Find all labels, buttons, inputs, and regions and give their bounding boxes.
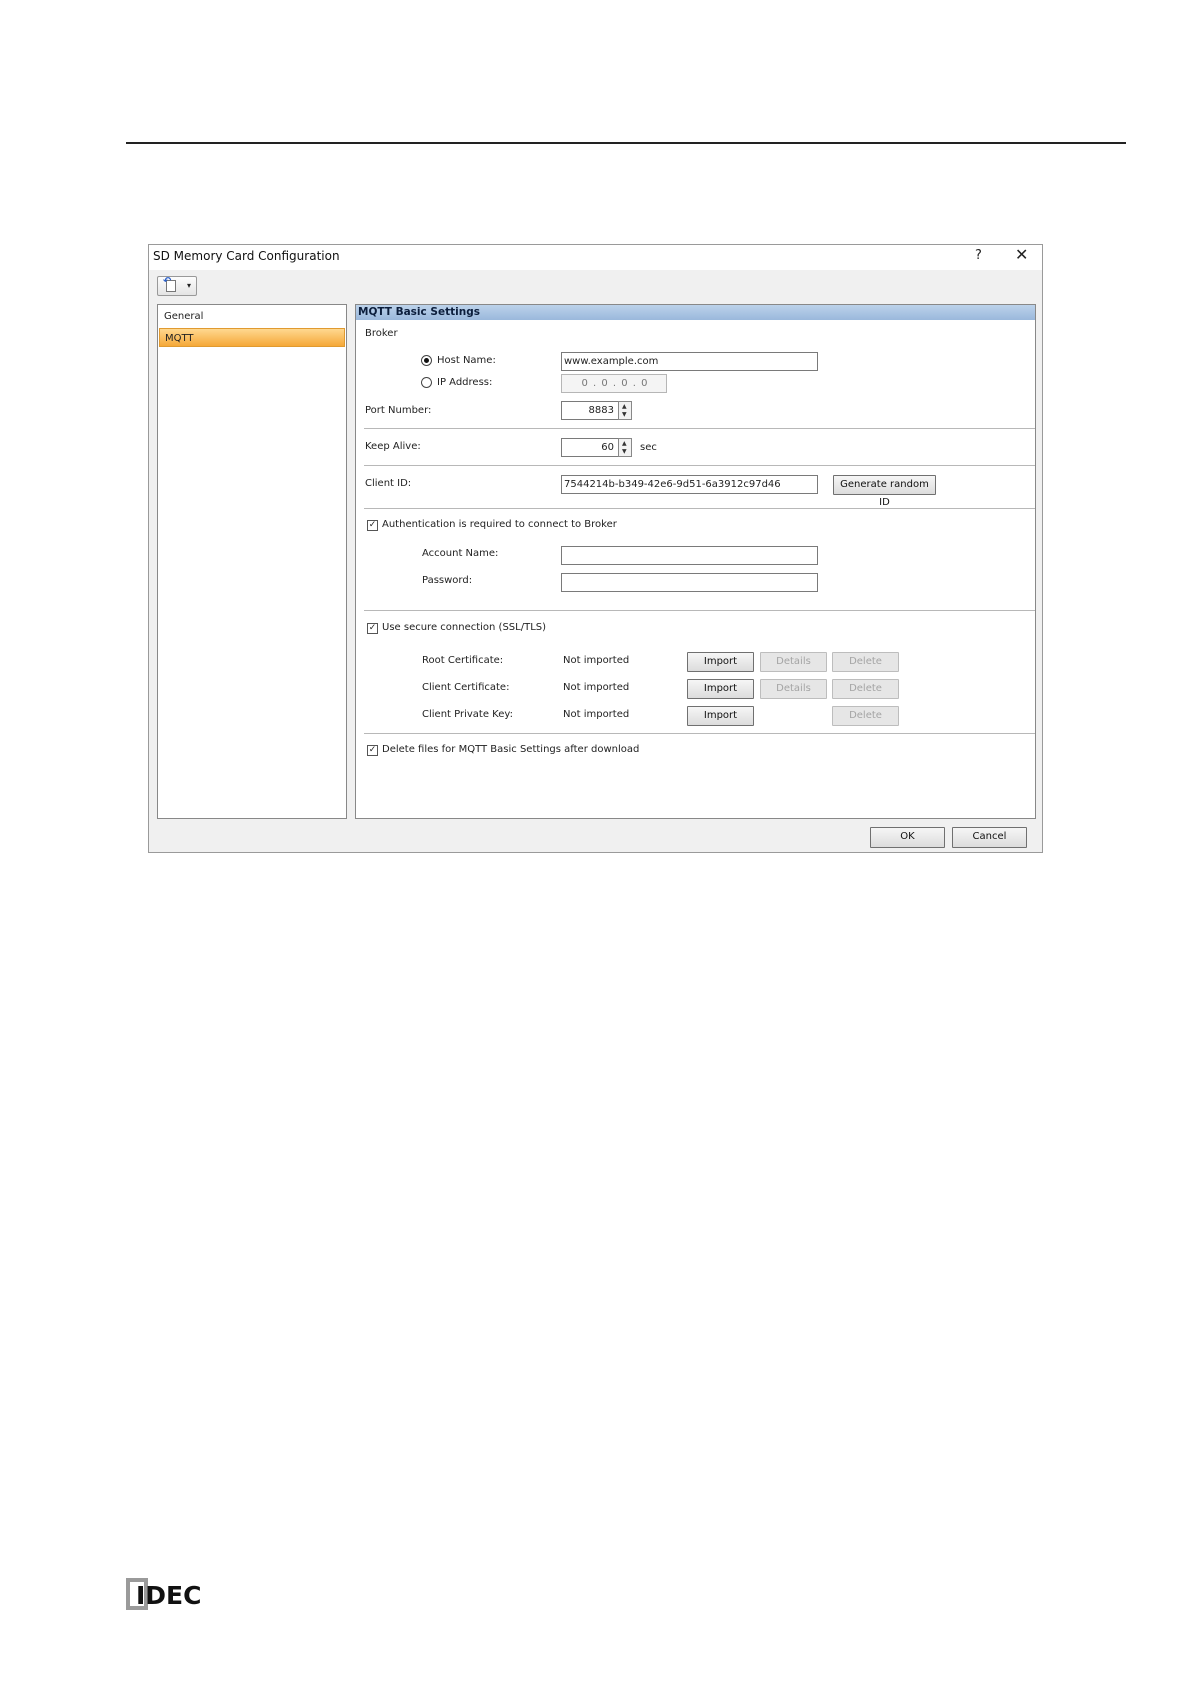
port-number-input[interactable]: 8883 <box>561 401 619 420</box>
separator <box>364 428 1035 429</box>
delete-files-label: Delete files for MQTT Basic Settings aft… <box>382 744 640 755</box>
client-private-key-label: Client Private Key: <box>422 709 513 720</box>
broker-section-label: Broker <box>365 328 398 339</box>
root-certificate-status: Not imported <box>563 655 630 666</box>
sd-memory-card-configuration-dialog: SD Memory Card Configuration ? ✕ ↶ ▾ Gen… <box>148 244 1043 853</box>
ip-address-input[interactable]: 0 . 0 . 0 . 0 <box>561 374 667 393</box>
tree-item-mqtt[interactable]: MQTT <box>159 328 345 347</box>
ok-button[interactable]: OK <box>870 827 945 848</box>
delete-files-checkbox[interactable]: ✓ <box>367 745 378 756</box>
client-certificate-label: Client Certificate: <box>422 682 510 693</box>
separator <box>364 508 1035 509</box>
mqtt-settings-panel: MQTT Basic Settings Broker Host Name: ww… <box>355 304 1036 819</box>
root-certificate-details-button[interactable]: Details <box>760 652 827 672</box>
client-private-key-delete-button[interactable]: Delete <box>832 706 899 726</box>
port-number-spinner[interactable]: ▲ ▼ <box>618 401 632 420</box>
host-name-input[interactable]: www.example.com <box>561 352 818 371</box>
ssl-checkbox[interactable]: ✓ <box>367 623 378 634</box>
separator <box>364 733 1035 734</box>
client-certificate-status: Not imported <box>563 682 630 693</box>
client-certificate-details-button[interactable]: Details <box>760 679 827 699</box>
client-id-input[interactable]: 7544214b-b349-42e6-9d51-6a3912c97d46 <box>561 475 818 494</box>
password-input[interactable] <box>561 573 818 592</box>
account-name-input[interactable] <box>561 546 818 565</box>
page-header-rule <box>126 142 1126 144</box>
chevron-down-icon: ▾ <box>187 281 192 290</box>
ip-address-label: IP Address: <box>437 377 493 388</box>
keep-alive-unit: sec <box>640 442 657 453</box>
panel-header: MQTT Basic Settings <box>356 305 1035 320</box>
idec-logo: IDEC <box>126 1578 216 1610</box>
dialog-toolbar <box>149 270 1042 296</box>
svg-text:IDEC: IDEC <box>136 1581 201 1610</box>
keep-alive-spinner[interactable]: ▲ ▼ <box>618 438 632 457</box>
cancel-button[interactable]: Cancel <box>952 827 1027 848</box>
idec-logo-mark: IDEC <box>126 1578 201 1610</box>
host-name-label: Host Name: <box>437 355 496 366</box>
account-name-label: Account Name: <box>422 548 499 559</box>
root-certificate-import-button[interactable]: Import <box>687 652 754 672</box>
client-certificate-delete-button[interactable]: Delete <box>832 679 899 699</box>
ip-address-radio[interactable] <box>421 377 432 388</box>
dialog-titlebar: SD Memory Card Configuration ? ✕ <box>149 245 1042 270</box>
auth-required-label: Authentication is required to connect to… <box>382 519 617 530</box>
port-number-label: Port Number: <box>365 405 432 416</box>
host-name-radio[interactable] <box>421 355 432 366</box>
auth-required-checkbox[interactable]: ✓ <box>367 520 378 531</box>
generate-random-id-button[interactable]: Generate random ID <box>833 475 936 508</box>
client-id-label: Client ID: <box>365 478 412 489</box>
dialog-title: SD Memory Card Configuration <box>153 249 340 263</box>
password-label: Password: <box>422 575 473 586</box>
root-certificate-label: Root Certificate: <box>422 655 504 666</box>
keep-alive-label: Keep Alive: <box>365 441 421 452</box>
ssl-label: Use secure connection (SSL/TLS) <box>382 622 547 633</box>
client-certificate-import-button[interactable]: Import <box>687 679 754 699</box>
client-private-key-status: Not imported <box>563 709 630 720</box>
help-button[interactable]: ? <box>975 248 982 263</box>
root-certificate-delete-button[interactable]: Delete <box>832 652 899 672</box>
separator <box>364 465 1035 466</box>
client-private-key-import-button[interactable]: Import <box>687 706 754 726</box>
arrow-icon: ↶ <box>163 276 172 287</box>
separator <box>364 610 1035 611</box>
settings-tree: General MQTT <box>157 304 347 819</box>
close-icon[interactable]: ✕ <box>1015 245 1028 264</box>
file-menu-button[interactable]: ↶ ▾ <box>157 276 197 296</box>
tree-item-general[interactable]: General <box>159 307 345 326</box>
keep-alive-input[interactable]: 60 <box>561 438 619 457</box>
